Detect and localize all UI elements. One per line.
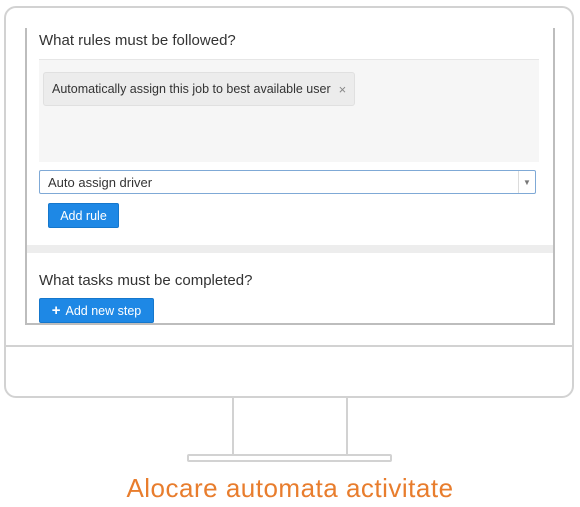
- monitor-stand-neck: [232, 398, 348, 454]
- monitor-bezel-line: [4, 345, 574, 347]
- add-new-step-label: Add new step: [65, 303, 142, 318]
- add-rule-button[interactable]: Add rule: [48, 203, 119, 228]
- rule-select[interactable]: Auto assign driver ▼: [39, 170, 536, 194]
- tasks-section-title: What tasks must be completed?: [39, 272, 253, 289]
- rules-section-title: What rules must be followed?: [39, 32, 236, 49]
- add-new-step-button[interactable]: + Add new step: [39, 298, 154, 323]
- plus-icon: +: [51, 302, 61, 319]
- rules-list-area: Automatically assign this job to best av…: [39, 60, 539, 162]
- monitor-screen: What rules must be followed? Automatical…: [25, 28, 555, 325]
- rule-tag-label: Automatically assign this job to best av…: [52, 82, 331, 96]
- caption: Alocare automata activitate: [126, 473, 454, 503]
- rule-select-value: Auto assign driver: [48, 174, 153, 190]
- chevron-down-icon[interactable]: ▼: [518, 171, 535, 193]
- monitor-stand-base: [187, 454, 392, 462]
- remove-rule-icon[interactable]: ×: [339, 82, 347, 97]
- section-separator: [27, 245, 553, 253]
- rule-tag: Automatically assign this job to best av…: [43, 72, 356, 106]
